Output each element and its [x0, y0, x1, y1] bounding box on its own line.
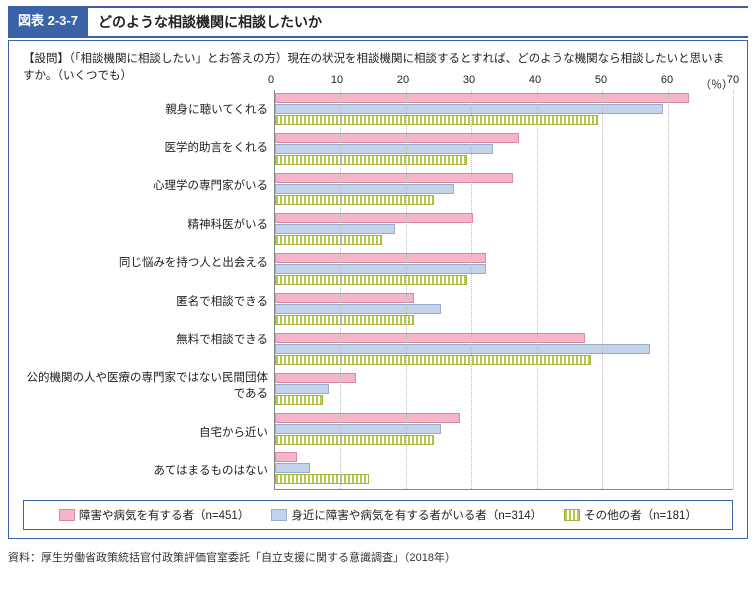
- chart-frame: 【設問】（「相談機関に相談したい」とお答えの方）現在の状況を相談機関に相談すると…: [8, 40, 748, 539]
- x-tick-label: 70: [727, 74, 739, 86]
- bar-group: [275, 133, 733, 165]
- legend: 障害や病気を有する者（n=451） 身近に障害や病気を有する者がいる者（n=31…: [23, 500, 733, 530]
- bar-series-2: [275, 384, 329, 394]
- grid-area: 010203040506070: [274, 90, 733, 490]
- category-label: 無料で相談できる: [23, 331, 268, 347]
- bar-series-3: [275, 275, 467, 285]
- bar-series-3: [275, 474, 369, 484]
- bar-group: [275, 213, 733, 245]
- x-tick-label: 0: [268, 74, 274, 86]
- chart-title: どのような相談機関に相談したいか: [88, 6, 748, 38]
- category-label: 心理学の専門家がいる: [23, 177, 268, 193]
- chart-header: 図表 2-3-7 どのような相談機関に相談したいか: [8, 6, 748, 38]
- bar-series-2: [275, 144, 493, 154]
- legend-label-1: 障害や病気を有する者（n=451）: [79, 510, 249, 522]
- bar-series-3: [275, 115, 598, 125]
- bar-series-1: [275, 173, 513, 183]
- category-label: 医学的助言をくれる: [23, 139, 268, 155]
- bar-series-3: [275, 235, 382, 245]
- bar-group: [275, 293, 733, 325]
- bar-rows: [275, 90, 733, 489]
- swatch-icon: [59, 509, 75, 521]
- bar-series-3: [275, 315, 414, 325]
- bar-series-3: [275, 395, 323, 405]
- bar-group: [275, 93, 733, 125]
- legend-item-2: 身近に障害や病気を有する者がいる者（n=314）: [271, 507, 542, 523]
- bar-series-2: [275, 424, 441, 434]
- bar-group: [275, 373, 733, 405]
- bar-series-3: [275, 355, 591, 365]
- bar-series-2: [275, 104, 663, 114]
- bar-series-1: [275, 213, 473, 223]
- y-axis-labels: 親身に聴いてくれる医学的助言をくれる心理学の専門家がいる精神科医がいる同じ悩みを…: [23, 90, 274, 490]
- source-citation: 資料：厚生労働省政策統括官付政策評価官室委託「自立支援に関する意識調査」（201…: [8, 549, 748, 565]
- question-lead: 【設問】（「相談機関に相談したい」とお答えの方）現在の状況を相談機関に相談すると…: [23, 53, 724, 82]
- swatch-icon: [271, 509, 287, 521]
- bar-series-1: [275, 133, 519, 143]
- bar-series-2: [275, 463, 310, 473]
- legend-item-3: その他の者（n=181）: [564, 507, 697, 523]
- bar-series-3: [275, 435, 434, 445]
- bar-series-1: [275, 253, 486, 263]
- category-label: 自宅から近い: [23, 424, 268, 440]
- category-label: あてはまるものはない: [23, 462, 268, 478]
- bar-series-1: [275, 93, 689, 103]
- bar-series-1: [275, 293, 414, 303]
- x-tick-label: 20: [397, 74, 409, 86]
- bar-group: [275, 173, 733, 205]
- bar-series-3: [275, 155, 467, 165]
- x-tick-label: 40: [529, 74, 541, 86]
- bar-series-2: [275, 224, 395, 234]
- category-label: 匿名で相談できる: [23, 293, 268, 309]
- question-text: 【設問】（「相談機関に相談したい」とお答えの方）現在の状況を相談機関に相談すると…: [23, 51, 733, 86]
- bar-series-1: [275, 333, 585, 343]
- bar-series-2: [275, 344, 650, 354]
- bar-series-1: [275, 373, 356, 383]
- bar-group: [275, 253, 733, 285]
- bar-series-2: [275, 304, 441, 314]
- bar-series-2: [275, 264, 486, 274]
- category-label: 公的機関の人や医療の専門家ではない民間団体である: [23, 369, 268, 401]
- bar-series-2: [275, 184, 454, 194]
- bar-group: [275, 413, 733, 445]
- legend-label-3: その他の者（n=181）: [584, 510, 697, 522]
- bar-series-3: [275, 195, 434, 205]
- x-tick-label: 50: [595, 74, 607, 86]
- swatch-icon: [564, 509, 580, 521]
- bar-group: [275, 452, 733, 484]
- bar-series-1: [275, 452, 297, 462]
- category-label: 同じ悩みを持つ人と出会える: [23, 254, 268, 270]
- x-tick-label: 60: [661, 74, 673, 86]
- chart-number-badge: 図表 2-3-7: [8, 6, 88, 38]
- legend-label-2: 身近に障害や病気を有する者がいる者（n=314）: [291, 510, 542, 522]
- bar-series-1: [275, 413, 460, 423]
- x-tick-label: 10: [331, 74, 343, 86]
- category-label: 親身に聴いてくれる: [23, 101, 268, 117]
- legend-item-1: 障害や病気を有する者（n=451）: [59, 507, 249, 523]
- x-tick-label: 30: [463, 74, 475, 86]
- bar-group: [275, 333, 733, 365]
- category-label: 精神科医がいる: [23, 216, 268, 232]
- plot-area: （％） 親身に聴いてくれる医学的助言をくれる心理学の専門家がいる精神科医がいる同…: [23, 90, 733, 490]
